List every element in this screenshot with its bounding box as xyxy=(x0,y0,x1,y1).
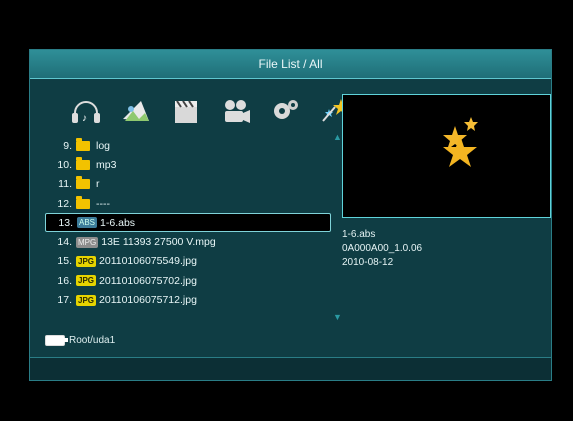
current-path: Root/uda1 xyxy=(45,335,115,346)
folder-icon xyxy=(76,176,90,190)
item-name: 20110106075549.jpg xyxy=(99,255,197,268)
list-item[interactable]: 9. log xyxy=(45,136,331,155)
item-name: 20110106075702.jpg xyxy=(99,274,197,287)
jpg-badge: JPG xyxy=(76,294,97,306)
item-name: ---- xyxy=(96,197,110,210)
picture-icon[interactable] xyxy=(118,94,154,128)
music-icon[interactable]: ♪ xyxy=(68,94,104,128)
item-number: 17. xyxy=(57,294,72,307)
item-name: mp3 xyxy=(96,158,117,171)
folder-icon xyxy=(76,156,90,170)
path-text: Root/uda1 xyxy=(69,335,116,346)
item-number: 11. xyxy=(58,178,72,191)
gear-icon[interactable] xyxy=(268,94,304,128)
scroll-up-arrow[interactable]: ▲ xyxy=(333,132,342,142)
list-item[interactable]: 15. JPG 20110106075549.jpg xyxy=(45,252,331,271)
scroll-down-arrow[interactable]: ▼ xyxy=(333,312,342,322)
info-date: 2010-08-12 xyxy=(342,257,394,268)
category-icons: ♪ xyxy=(68,92,354,128)
info-version: 0A000A00_1.0.06 xyxy=(342,243,423,254)
file-list: 9. log 10. mp3 11. r 12. ---- 13. ABS 1-6.abs … xyxy=(45,136,331,310)
item-name: r xyxy=(96,178,100,191)
svg-text:♪: ♪ xyxy=(82,113,87,124)
folder-icon xyxy=(76,137,90,151)
item-name: 13E 11393 27500 V.mpg xyxy=(101,236,216,249)
item-number: 10. xyxy=(57,158,72,171)
item-name: log xyxy=(96,139,111,152)
preview-pane xyxy=(342,94,551,218)
stars-icon xyxy=(443,117,478,167)
list-item[interactable]: 14. MPG 13E 11393 27500 V.mpg xyxy=(45,232,331,251)
mpg-badge: MPG xyxy=(76,236,99,248)
item-number: 9. xyxy=(63,139,72,152)
footer-bar xyxy=(30,357,551,380)
info-filename: 1-6.abs xyxy=(342,229,376,240)
usb-icon xyxy=(45,335,68,346)
file-info: 1-6.abs 0A000A00_1.0.06 2010-08-12 xyxy=(342,228,422,270)
file-list-window: File List / All ♪ ▲ ▼ 9. log 10. mp3 11. r … xyxy=(29,49,552,381)
jpg-badge: JPG xyxy=(76,255,97,267)
item-number: 13. xyxy=(58,216,73,229)
item-name: 1-6.abs xyxy=(100,216,136,229)
list-item[interactable]: 12. ---- xyxy=(45,194,331,213)
list-item[interactable]: 11. r xyxy=(45,175,331,194)
abs-badge: ABS xyxy=(77,217,98,229)
item-number: 14. xyxy=(57,236,72,249)
list-item[interactable]: 16. JPG 20110106075702.jpg xyxy=(45,271,331,290)
item-number: 12. xyxy=(57,197,72,210)
list-item-selected[interactable]: 13. ABS 1-6.abs xyxy=(45,213,331,233)
item-name: 20110106075712.jpg xyxy=(99,294,197,307)
folder-icon xyxy=(76,195,90,209)
item-number: 15. xyxy=(57,255,72,268)
camera-icon[interactable] xyxy=(218,94,254,128)
list-item[interactable]: 17. JPG 20110106075712.jpg xyxy=(45,290,331,309)
window-title: File List / All xyxy=(30,50,551,79)
movie-icon[interactable] xyxy=(168,94,204,128)
jpg-badge: JPG xyxy=(76,275,97,287)
item-number: 16. xyxy=(57,274,72,287)
list-item[interactable]: 10. mp3 xyxy=(45,155,331,174)
